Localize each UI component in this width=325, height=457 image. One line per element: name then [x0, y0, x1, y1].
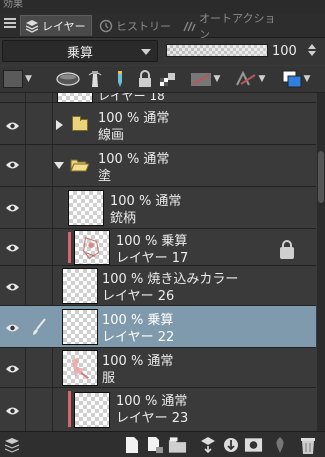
layer-row-folder-lineart[interactable]: 100 % 通常 線画	[0, 103, 316, 145]
layer-thumbnail	[74, 230, 110, 265]
eye-icon[interactable]	[5, 364, 20, 374]
new-vector-layer-icon[interactable]	[145, 435, 164, 454]
layer-row[interactable]: 100 % 乗算 レイヤー 17	[0, 229, 316, 266]
scrollbar-thumb[interactable]	[318, 151, 324, 203]
layer-name: レイヤー 22	[102, 330, 175, 345]
layer-name: レイヤー 23	[116, 411, 189, 426]
blend-mode-dropdown[interactable]: 乗算	[2, 40, 158, 62]
layer-color-swatch	[3, 70, 23, 88]
layer-name: 線画	[98, 128, 125, 143]
top-strip-label: 効果	[3, 0, 23, 10]
ruler-button[interactable]: ▼	[231, 69, 269, 89]
layer-row-folder-paint[interactable]: 100 % 通常 塗	[0, 145, 316, 187]
lock-transparency-icon[interactable]	[158, 69, 178, 89]
layer-row-selected[interactable]: 100 % 乗算 レイヤー 22	[0, 306, 316, 348]
layer-bottom-toolbar	[0, 431, 325, 457]
new-folder-icon[interactable]	[168, 435, 187, 454]
folder-icon	[72, 116, 88, 131]
transfer-down-icon[interactable]	[198, 435, 217, 454]
eye-icon[interactable]	[5, 203, 20, 213]
folder-open-icon	[70, 159, 90, 172]
tab-history-label: ヒストリー	[116, 19, 171, 33]
chevron-down-icon	[141, 49, 151, 55]
eye-icon[interactable]	[5, 323, 20, 333]
reference-layer-icon[interactable]	[55, 69, 81, 89]
layer-property-icon[interactable]	[2, 435, 21, 454]
tab-history[interactable]: ヒストリー	[95, 15, 175, 36]
layer-name: レイヤー 26	[102, 289, 175, 304]
mask-button[interactable]: ▼	[186, 69, 224, 89]
lighthouse-icon[interactable]	[87, 69, 103, 89]
layer-thumbnail	[62, 268, 98, 304]
eye-icon[interactable]	[5, 282, 20, 292]
eye-icon[interactable]	[5, 160, 20, 170]
layer-name: 服	[102, 371, 116, 386]
layer-thumbnail	[57, 93, 93, 103]
layer-thumbnail	[62, 350, 98, 386]
clipping-indicator	[68, 391, 71, 427]
layer-list-scrollbar[interactable]	[317, 93, 325, 431]
pen-icon[interactable]	[112, 69, 128, 89]
layer-palette-color-button[interactable]: ▼	[276, 69, 316, 89]
layer-name: 塗	[98, 169, 112, 184]
opacity-spinner[interactable]	[305, 42, 319, 60]
lock-icon[interactable]	[280, 240, 294, 259]
eye-icon[interactable]	[5, 121, 20, 131]
opacity-value[interactable]: 100	[272, 44, 297, 59]
trash-icon[interactable]	[296, 435, 320, 454]
apply-mask-icon[interactable]	[270, 435, 289, 454]
expand-arrow-icon[interactable]	[56, 120, 63, 130]
eye-icon[interactable]	[5, 243, 20, 253]
merge-down-icon[interactable]	[221, 435, 240, 454]
layer-name: 銃柄	[110, 211, 137, 226]
layer-list: レイヤー 18 100 % 通常 線画 100 % 通常 塗 100 % 通常 …	[0, 93, 316, 431]
layer-toolbar: ▼ ▼ ▼ ▼	[0, 66, 325, 93]
create-mask-icon[interactable]	[244, 435, 263, 454]
new-raster-layer-icon[interactable]	[122, 435, 141, 454]
blend-mode-value: 乗算	[66, 45, 93, 61]
panel-tab-bar: レイヤー ヒストリー オートアクション	[0, 12, 325, 41]
layer-thumbnail	[68, 190, 104, 226]
layer-name: レイヤー 17	[116, 251, 189, 266]
collapse-arrow-icon[interactable]	[54, 162, 64, 169]
tab-auto-action[interactable]: オートアクション	[178, 12, 280, 41]
layer-row[interactable]: 100 % 通常 服	[0, 348, 316, 388]
brush-icon	[33, 318, 46, 335]
layer-row[interactable]: 100 % 通常 銃柄	[0, 187, 316, 229]
layer-color-button[interactable]: ▼	[3, 69, 32, 89]
panel-menu-icon[interactable]	[4, 18, 16, 30]
layer-thumbnail	[62, 309, 98, 345]
tab-auto-action-label: オートアクション	[199, 11, 276, 41]
history-icon	[99, 19, 113, 33]
clipping-indicator	[68, 232, 71, 263]
tab-layer-label: レイヤー	[42, 20, 86, 33]
lock-icon[interactable]	[136, 69, 154, 89]
layers-icon	[25, 19, 39, 33]
opacity-slider[interactable]	[166, 44, 268, 57]
layer-thumbnail	[74, 392, 110, 428]
layer-row-partial[interactable]: レイヤー 18	[0, 93, 316, 103]
eye-icon[interactable]	[5, 406, 20, 416]
opacity-slider-fill	[167, 45, 267, 56]
auto-action-icon	[182, 19, 196, 33]
top-strip: 効果	[0, 0, 325, 14]
tab-layer[interactable]: レイヤー	[20, 15, 92, 36]
layer-row[interactable]: 100 % 焼き込みカラー レイヤー 26	[0, 266, 316, 306]
blend-opacity-row: 乗算 100	[0, 38, 325, 65]
layer-row[interactable]: 100 % 通常 レイヤー 23	[0, 388, 316, 431]
